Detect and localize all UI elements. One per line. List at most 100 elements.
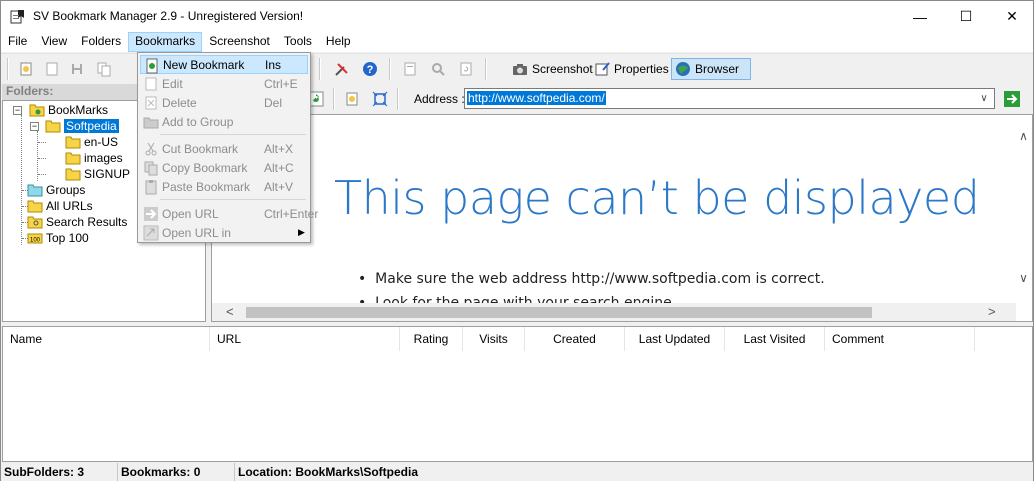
folder-icon — [65, 152, 81, 165]
refresh-tool-button[interactable] — [455, 58, 477, 80]
bookmark-list[interactable]: Name URL Rating Visits Created Last Upda… — [2, 326, 1033, 462]
scroll-right-icon[interactable]: > — [988, 304, 996, 319]
new-folder-icon — [20, 62, 32, 76]
menu-item-shortcut: Alt+C — [264, 160, 294, 175]
error-bullet-partial: • Look for the page with your search eng… — [358, 295, 676, 303]
browser-view[interactable]: This page can’t be displayed • Make sure… — [211, 114, 1033, 322]
app-icon — [10, 10, 24, 24]
tree-line — [38, 158, 46, 159]
search-tool-button[interactable] — [427, 58, 449, 80]
bookmarks-dropdown-menu: New Bookmark Ins Edit Ctrl+E Delete Del … — [137, 52, 318, 243]
submenu-arrow-icon: ▶ — [298, 227, 305, 237]
menu-folders[interactable]: Folders — [74, 32, 128, 52]
menu-item-cut-bookmark[interactable]: Cut Bookmark Alt+X — [140, 139, 308, 158]
col-header-visits[interactable]: Visits — [463, 327, 525, 351]
tree-node-softpedia[interactable]: Softpedia — [45, 118, 119, 134]
tree-label-search-results: Search Results — [46, 215, 128, 229]
screenshot-button[interactable]: Screenshot — [509, 58, 596, 80]
close-button[interactable]: ✕ — [989, 1, 1034, 32]
svg-text:?: ? — [367, 64, 374, 76]
chevron-down-icon[interactable]: ∨ — [976, 90, 992, 107]
tree-expander[interactable]: − — [30, 122, 39, 131]
menu-screenshot[interactable]: Screenshot — [202, 32, 277, 52]
menu-file[interactable]: File — [1, 32, 34, 52]
heading-button[interactable] — [67, 58, 89, 80]
menu-tools[interactable]: Tools — [277, 32, 319, 52]
main-window: SV Bookmark Manager 2.9 - Unregistered V… — [0, 0, 1034, 481]
menu-item-open-url-in[interactable]: Open URL in ▶ — [140, 223, 308, 242]
menu-item-label: Paste Bookmark — [162, 179, 251, 194]
tree-node-images[interactable]: images — [65, 150, 123, 166]
maximize-button[interactable]: ☐ — [943, 1, 989, 32]
tree-node-all-urls[interactable]: All URLs — [27, 198, 93, 214]
tree-node-bookmarks[interactable]: BookMarks — [29, 102, 108, 118]
menu-view[interactable]: View — [34, 32, 74, 52]
tree-line — [38, 174, 46, 175]
address-input[interactable]: http://www.softpedia.com/ ∨ — [464, 88, 995, 109]
tree-node-top-100[interactable]: 100 Top 100 — [27, 230, 89, 246]
tree-label-softpedia: Softpedia — [64, 119, 119, 133]
tree-node-search-results[interactable]: Search Results — [27, 214, 127, 230]
title-bar[interactable]: SV Bookmark Manager 2.9 - Unregistered V… — [1, 1, 1033, 32]
col-header-rating[interactable]: Rating — [400, 327, 463, 351]
toolbar-separator — [7, 58, 9, 80]
scroll-left-icon[interactable]: < — [226, 304, 234, 319]
menu-separator — [160, 199, 306, 200]
go-button[interactable] — [1001, 88, 1023, 110]
arrow-right-icon — [1004, 91, 1020, 107]
tree-node-en-us[interactable]: en-US — [65, 134, 118, 150]
menu-item-add-to-group[interactable]: Add to Group — [140, 112, 308, 131]
menu-item-label: Cut Bookmark — [162, 141, 239, 156]
menu-item-label: Open URL — [162, 206, 219, 221]
menu-item-open-url[interactable]: Open URL Ctrl+Enter — [140, 204, 318, 223]
col-header-url[interactable]: URL — [210, 327, 400, 351]
open-url-icon — [144, 207, 158, 221]
tools-button[interactable] — [331, 58, 353, 80]
scroll-down-icon[interactable]: ∨ — [1015, 271, 1032, 285]
col-header-created[interactable]: Created — [525, 327, 625, 351]
new-bookmark-icon — [146, 58, 158, 74]
address-value: http://www.softpedia.com/ — [467, 91, 606, 105]
menu-item-new-bookmark[interactable]: New Bookmark Ins — [140, 55, 308, 74]
add-page-button[interactable] — [341, 88, 363, 110]
col-header-last-visited[interactable]: Last Visited — [725, 327, 825, 351]
menu-item-shortcut: Del — [264, 95, 283, 110]
tree-node-signup[interactable]: SIGNUP — [65, 166, 130, 182]
scissors-icon — [145, 142, 157, 156]
menu-item-copy-bookmark[interactable]: Copy Bookmark Alt+C — [140, 158, 308, 177]
page-tool-button[interactable] — [399, 58, 421, 80]
browser-toggle-button[interactable]: Browser — [671, 58, 751, 80]
horizontal-scrollbar[interactable]: < > — [212, 303, 1016, 321]
menu-item-paste-bookmark[interactable]: Paste Bookmark Alt+V — [140, 177, 308, 196]
fullscreen-icon — [372, 91, 388, 107]
menu-help[interactable]: Help — [319, 32, 358, 52]
toolbar-separator — [389, 58, 391, 80]
toolbar-separator — [397, 88, 399, 110]
col-header-comment[interactable]: Comment — [825, 327, 975, 351]
vertical-scrollbar[interactable]: ∧ ∨ — [1015, 115, 1032, 303]
tree-node-groups[interactable]: Groups — [27, 182, 85, 198]
delete-icon — [145, 96, 157, 110]
tree-expander[interactable]: − — [13, 106, 22, 115]
folder-icon — [27, 200, 43, 213]
edit-icon — [145, 77, 157, 91]
col-header-name[interactable]: Name — [3, 327, 210, 351]
fullscreen-button[interactable] — [369, 88, 391, 110]
scroll-thumb[interactable] — [246, 307, 872, 318]
new-folder-button[interactable] — [15, 58, 37, 80]
toolbar-separator — [319, 58, 321, 80]
tree-label-bookmarks: BookMarks — [48, 103, 109, 117]
scroll-up-icon[interactable]: ∧ — [1015, 129, 1032, 143]
error-heading: This page can’t be displayed — [334, 171, 980, 225]
col-header-last-updated[interactable]: Last Updated — [625, 327, 725, 351]
menu-item-edit[interactable]: Edit Ctrl+E — [140, 74, 308, 93]
menu-item-shortcut: Alt+V — [264, 179, 294, 194]
help-button[interactable]: ? — [359, 58, 381, 80]
properties-icon — [595, 62, 610, 76]
minimize-button[interactable]: — — [897, 1, 943, 32]
new-page-button[interactable] — [41, 58, 63, 80]
properties-button[interactable]: Properties — [591, 58, 672, 80]
copy-button[interactable] — [93, 58, 115, 80]
menu-bookmarks[interactable]: Bookmarks — [128, 32, 203, 52]
menu-item-delete[interactable]: Delete Del — [140, 93, 308, 112]
